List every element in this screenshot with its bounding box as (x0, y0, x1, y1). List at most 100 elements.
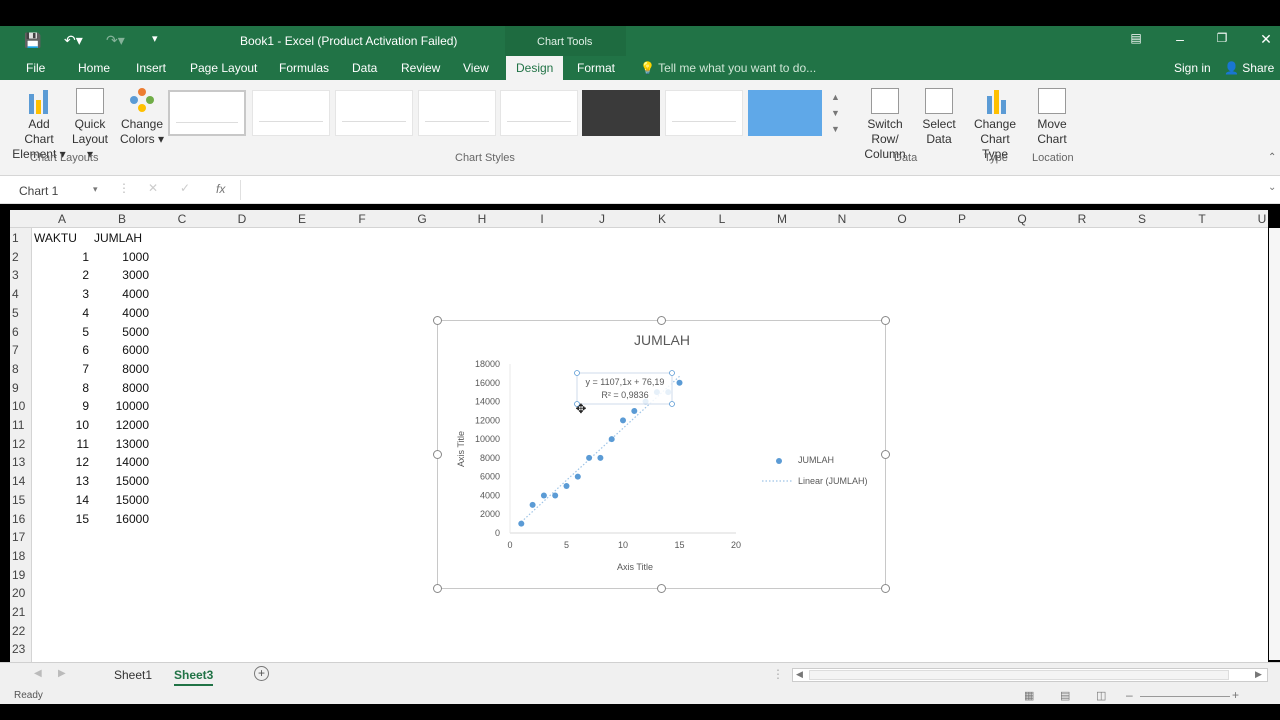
row-header[interactable]: 9 (10, 381, 32, 395)
customize-qat-icon[interactable]: ▾ (152, 32, 158, 45)
scroll-left-icon[interactable]: ◀ (796, 669, 803, 680)
tab-formulas[interactable]: Formulas (279, 61, 329, 75)
split-handle-icon[interactable]: ⋮ (772, 667, 784, 681)
sign-in-link[interactable]: Sign in (1174, 61, 1211, 75)
sheet-tab-sheet1[interactable]: Sheet1 (114, 668, 152, 682)
styles-scroll-down-icon[interactable]: ▼ (831, 108, 840, 118)
cell-jumlah[interactable]: 15000 (93, 493, 149, 507)
tab-view[interactable]: View (463, 61, 489, 75)
row-header[interactable]: 15 (10, 493, 32, 507)
normal-view-icon[interactable]: ▦ (1024, 689, 1034, 702)
row-header[interactable]: 5 (10, 306, 32, 320)
column-header[interactable]: M (752, 212, 812, 226)
chart-style-6[interactable] (582, 90, 660, 136)
row-header[interactable]: 6 (10, 325, 32, 339)
chart-resize-handle[interactable] (657, 584, 666, 593)
cell-jumlah[interactable]: 13000 (93, 437, 149, 451)
chart-style-7[interactable] (665, 90, 743, 136)
column-header[interactable]: U (1232, 212, 1280, 226)
change-colors-button[interactable]: Change Colors ▾ (118, 88, 166, 147)
chart-style-1[interactable] (168, 90, 246, 136)
insert-function-icon[interactable]: fx (216, 182, 225, 196)
sheet-prev-icon[interactable]: ◀ (34, 668, 42, 679)
add-sheet-icon[interactable]: + (254, 666, 269, 681)
styles-more-icon[interactable]: ▼ (831, 124, 840, 134)
row-header[interactable]: 16 (10, 512, 32, 526)
cell-waktu[interactable]: 1 (33, 250, 89, 264)
cell-jumlah[interactable]: 12000 (93, 418, 149, 432)
chart-resize-handle[interactable] (433, 450, 442, 459)
column-header[interactable]: N (812, 212, 872, 226)
row-header[interactable]: 13 (10, 455, 32, 469)
row-header[interactable]: 21 (10, 605, 32, 619)
cell-waktu[interactable]: 3 (33, 287, 89, 301)
chart-resize-handle[interactable] (881, 584, 890, 593)
column-header[interactable]: K (632, 212, 692, 226)
chart-style-4[interactable] (418, 90, 496, 136)
column-header[interactable]: D (212, 212, 272, 226)
row-header[interactable]: 10 (10, 399, 32, 413)
horizontal-scrollbar[interactable]: ◀ ▶ (792, 668, 1268, 682)
chart-resize-handle[interactable] (881, 450, 890, 459)
tab-data[interactable]: Data (352, 61, 377, 75)
tab-page-layout[interactable]: Page Layout (190, 61, 257, 75)
chart-style-8[interactable] (748, 90, 822, 136)
tab-home[interactable]: Home (78, 61, 110, 75)
zoom-in-icon[interactable]: + (1232, 688, 1239, 702)
chart-style-5[interactable] (500, 90, 578, 136)
cell-jumlah[interactable]: 16000 (93, 512, 149, 526)
cell-jumlah[interactable]: 10000 (93, 399, 149, 413)
save-icon[interactable]: 💾 (24, 32, 41, 49)
column-header[interactable]: C (152, 212, 212, 226)
expand-formula-icon[interactable]: ⌄ (1268, 182, 1276, 193)
chart-style-3[interactable] (335, 90, 413, 136)
row-header[interactable]: 20 (10, 586, 32, 600)
row-header[interactable]: 22 (10, 624, 32, 638)
cell-jumlah[interactable]: 1000 (93, 250, 149, 264)
cell-waktu[interactable]: 12 (33, 455, 89, 469)
cell-waktu[interactable]: 14 (33, 493, 89, 507)
column-header[interactable]: Q (992, 212, 1052, 226)
tab-design[interactable]: Design (506, 56, 564, 80)
column-header[interactable]: R (1052, 212, 1112, 226)
minimize-icon[interactable]: – (1170, 31, 1190, 47)
column-header[interactable]: P (932, 212, 992, 226)
select-data-button[interactable]: Select Data (918, 88, 960, 147)
cell-b1[interactable]: JUMLAH (94, 231, 142, 245)
change-chart-type-button[interactable]: Change Chart Type (966, 88, 1024, 162)
zoom-slider[interactable] (1140, 696, 1230, 697)
cell-jumlah[interactable]: 14000 (93, 455, 149, 469)
cell-jumlah[interactable]: 8000 (93, 381, 149, 395)
cell-waktu[interactable]: 10 (33, 418, 89, 432)
cell-waktu[interactable]: 13 (33, 474, 89, 488)
cell-waktu[interactable]: 5 (33, 325, 89, 339)
chart-resize-handle[interactable] (433, 584, 442, 593)
restore-icon[interactable]: ❐ (1212, 31, 1232, 45)
scrollbar-thumb[interactable] (809, 670, 1229, 680)
column-header[interactable]: G (392, 212, 452, 226)
cell-jumlah[interactable]: 4000 (93, 287, 149, 301)
column-header[interactable]: L (692, 212, 752, 226)
row-header[interactable]: 2 (10, 250, 32, 264)
chart-resize-handle[interactable] (433, 316, 442, 325)
cell-jumlah[interactable]: 15000 (93, 474, 149, 488)
row-header[interactable]: 4 (10, 287, 32, 301)
close-icon[interactable]: ✕ (1256, 31, 1276, 48)
page-break-view-icon[interactable]: ◫ (1096, 689, 1106, 702)
move-chart-button[interactable]: Move Chart (1030, 88, 1074, 147)
column-header[interactable]: F (332, 212, 392, 226)
chart-resize-handle[interactable] (657, 316, 666, 325)
cell-waktu[interactable]: 7 (33, 362, 89, 376)
row-header[interactable]: 11 (10, 418, 32, 432)
cell-waktu[interactable]: 8 (33, 381, 89, 395)
row-header[interactable]: 14 (10, 474, 32, 488)
column-header[interactable]: T (1172, 212, 1232, 226)
name-box[interactable]: Chart 1 ▾ (12, 180, 106, 200)
tab-insert[interactable]: Insert (136, 61, 166, 75)
column-header[interactable]: E (272, 212, 332, 226)
switch-row-column-button[interactable]: Switch Row/ Column (852, 88, 918, 162)
chart-resize-handle[interactable] (881, 316, 890, 325)
undo-icon[interactable]: ↶▾ (64, 32, 83, 49)
row-header[interactable]: 12 (10, 437, 32, 451)
sheet-tab-sheet3[interactable]: Sheet3 (174, 668, 214, 686)
